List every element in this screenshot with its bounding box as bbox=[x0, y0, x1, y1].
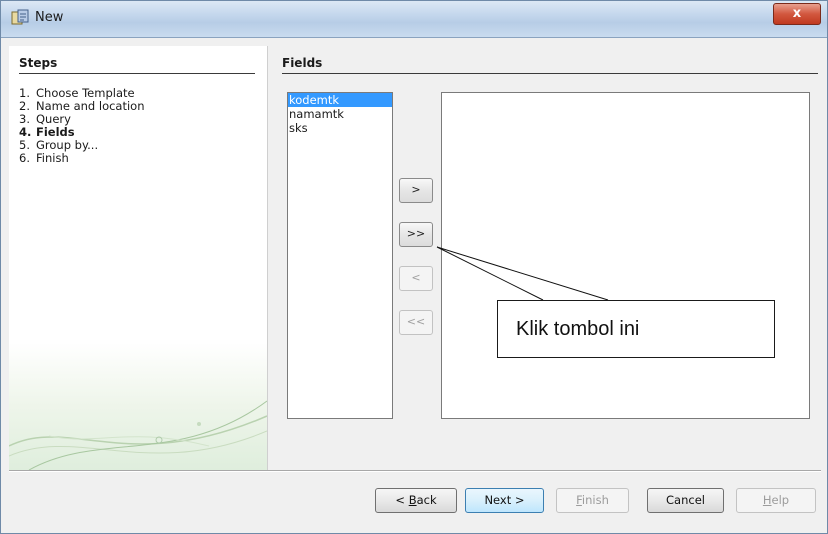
finish-button-label: inish bbox=[581, 493, 609, 507]
cancel-button[interactable]: Cancel bbox=[647, 488, 724, 513]
step-number: 6. bbox=[19, 151, 30, 165]
steps-panel: Steps 1. Choose Template 2. Name and locati… bbox=[9, 46, 268, 470]
footer-divider-highlight bbox=[9, 471, 821, 472]
wizard-body: Steps 1. Choose Template 2. Name and locati… bbox=[9, 46, 821, 526]
close-button[interactable]: x bbox=[773, 3, 821, 25]
list-item[interactable]: kodemtk bbox=[288, 93, 392, 107]
steps-heading: Steps bbox=[19, 56, 58, 70]
finish-button[interactable]: Finish bbox=[556, 488, 629, 513]
help-button[interactable]: Help bbox=[736, 488, 816, 513]
add-all-fields-button[interactable]: >> bbox=[399, 222, 433, 247]
next-button[interactable]: Next > bbox=[465, 488, 544, 513]
step-item: 6. Finish bbox=[19, 152, 145, 165]
decorative-swoosh-graphic bbox=[9, 400, 267, 470]
remove-field-button[interactable]: < bbox=[399, 266, 433, 291]
step-label: Fields bbox=[36, 125, 75, 139]
back-button-mnemonic: B bbox=[408, 493, 417, 507]
step-label: Query bbox=[36, 112, 71, 126]
step-label: Name and location bbox=[36, 99, 145, 113]
title-bar[interactable]: New x bbox=[1, 1, 827, 38]
step-label: Choose Template bbox=[36, 86, 135, 100]
close-icon: x bbox=[792, 6, 802, 21]
back-button-label: ack bbox=[416, 493, 437, 507]
steps-list: 1. Choose Template 2. Name and location 3. Qu… bbox=[19, 87, 145, 165]
steps-divider bbox=[19, 73, 255, 74]
back-button[interactable]: < Back bbox=[375, 488, 457, 513]
step-label: Finish bbox=[36, 151, 69, 165]
fields-heading: Fields bbox=[282, 56, 323, 70]
selected-fields-list[interactable] bbox=[441, 92, 810, 419]
help-button-label: elp bbox=[771, 493, 790, 507]
list-item[interactable]: sks bbox=[288, 121, 392, 135]
window-title: New bbox=[35, 10, 64, 25]
step-label: Group by... bbox=[36, 138, 99, 152]
app-icon bbox=[11, 9, 29, 25]
remove-all-fields-button[interactable]: << bbox=[399, 310, 433, 335]
available-fields-list[interactable]: kodemtk namamtk sks bbox=[287, 92, 393, 419]
new-wizard-window: New x Steps 1. Choose Template 2. Name and … bbox=[0, 0, 828, 534]
callout-annotation: Klik tombol ini bbox=[497, 300, 775, 358]
back-button-prefix: < bbox=[395, 493, 409, 507]
add-field-button[interactable]: > bbox=[399, 178, 433, 203]
help-button-mnemonic: H bbox=[762, 493, 772, 507]
fields-divider bbox=[282, 73, 818, 74]
list-item[interactable]: namamtk bbox=[288, 107, 392, 121]
